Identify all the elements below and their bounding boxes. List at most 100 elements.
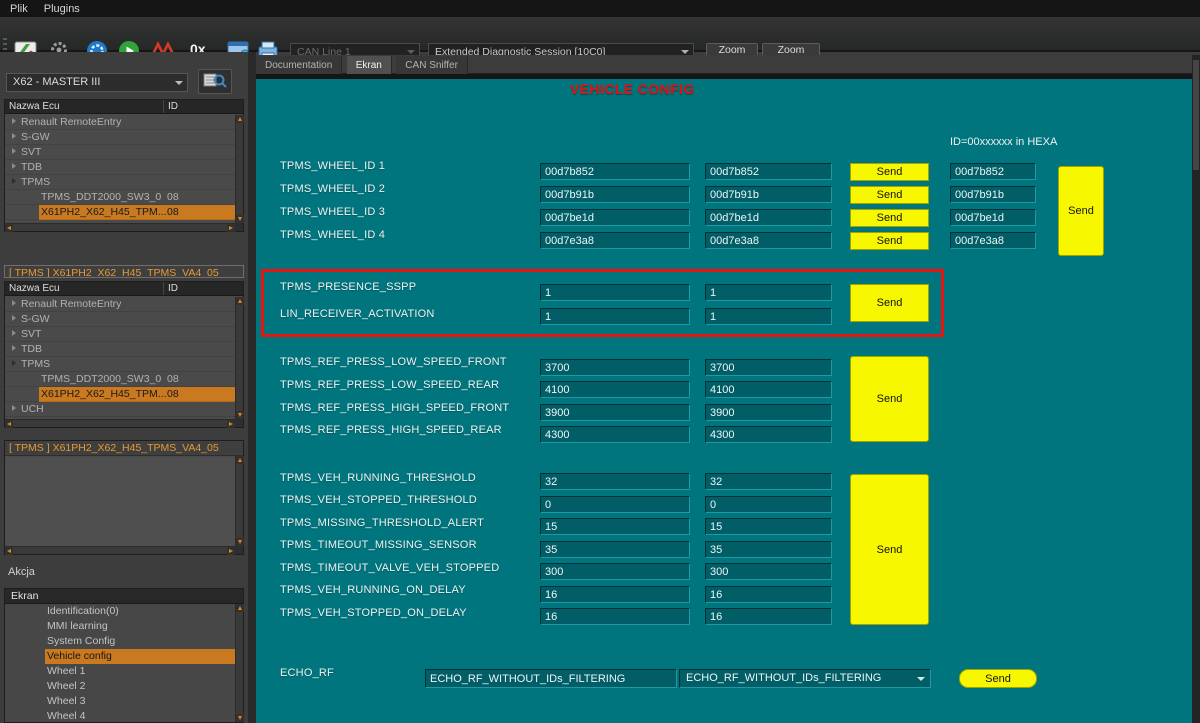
tree-item-renault-remoteentry[interactable]: Renault RemoteEntry bbox=[5, 297, 235, 312]
scroll-right-icon[interactable] bbox=[227, 547, 235, 555]
missing-threshold-alert-current[interactable] bbox=[705, 518, 832, 535]
scrollbar-thumb[interactable] bbox=[1193, 60, 1199, 170]
tree-item-sgw[interactable]: S-GW bbox=[5, 312, 235, 327]
ekran-item-mmi-learning[interactable]: MMI learning bbox=[5, 619, 235, 634]
wheel-id-3-input[interactable] bbox=[540, 209, 690, 226]
wheel-id-1-current[interactable] bbox=[705, 163, 832, 180]
ref-press-high-rear-current[interactable] bbox=[705, 426, 832, 443]
ekran-item-vehicle-config-selected[interactable]: Vehicle config bbox=[5, 649, 235, 664]
tree-item-tpms-ddt2000[interactable]: TPMS_DDT2000_SW3_0 08 bbox=[5, 190, 235, 205]
sidebar-splitter[interactable] bbox=[248, 52, 256, 723]
timeout-valve-veh-stopped-current[interactable] bbox=[705, 563, 832, 580]
send-echo-rf-button[interactable]: Send bbox=[959, 669, 1037, 688]
tree-item-tpms[interactable]: TPMS bbox=[5, 175, 235, 190]
ekran-item-wheel-1[interactable]: Wheel 1 bbox=[5, 664, 235, 679]
send-presence-button[interactable]: Send bbox=[850, 284, 929, 322]
ekran-item-wheel-3[interactable]: Wheel 3 bbox=[5, 694, 235, 709]
ekran-item-system-config[interactable]: System Config bbox=[5, 634, 235, 649]
veh-stopped-threshold-input[interactable] bbox=[540, 496, 690, 513]
send-ref-press-button[interactable]: Send bbox=[850, 356, 929, 442]
tree-item-tdb[interactable]: TDB bbox=[5, 342, 235, 357]
tree-item-x61ph2-selected[interactable]: X61PH2_X62_H45_TPM... 08 bbox=[5, 387, 235, 402]
timeout-missing-sensor-current[interactable] bbox=[705, 541, 832, 558]
panel-vertical-scrollbar[interactable] bbox=[235, 456, 244, 546]
send-wheel-2-button[interactable]: Send bbox=[850, 186, 929, 204]
panel-horizontal-scrollbar[interactable] bbox=[5, 546, 235, 555]
send-thresholds-button[interactable]: Send bbox=[850, 474, 929, 625]
echo-rf-select[interactable]: ECHO_RF_WITHOUT_IDs_FILTERING bbox=[679, 669, 931, 688]
menu-plik[interactable]: Plik bbox=[10, 3, 28, 15]
tree-item-sgw[interactable]: S-GW bbox=[5, 130, 235, 145]
wheel-id-4-current[interactable] bbox=[705, 232, 832, 249]
scroll-up-icon[interactable] bbox=[236, 297, 244, 305]
echo-rf-input[interactable] bbox=[425, 669, 677, 688]
ref-press-low-rear-current[interactable] bbox=[705, 381, 832, 398]
wheel-id-4-hexa[interactable] bbox=[950, 232, 1036, 249]
wheel-id-1-hexa[interactable] bbox=[950, 163, 1036, 180]
scroll-down-icon[interactable] bbox=[236, 411, 244, 419]
tab-ekran[interactable]: Ekran bbox=[346, 56, 392, 75]
scroll-up-icon[interactable] bbox=[236, 604, 244, 612]
wheel-id-3-current[interactable] bbox=[705, 209, 832, 226]
wheel-id-2-current[interactable] bbox=[705, 186, 832, 203]
scroll-down-icon[interactable] bbox=[236, 215, 244, 223]
ekran-item-wheel-2[interactable]: Wheel 2 bbox=[5, 679, 235, 694]
send-wheel-1-button[interactable]: Send bbox=[850, 163, 929, 181]
timeout-missing-sensor-input[interactable] bbox=[540, 541, 690, 558]
ekran-item-identification[interactable]: Identification(0) bbox=[5, 604, 235, 619]
presence-sspp-current[interactable] bbox=[705, 284, 832, 301]
lin-receiver-activation-input[interactable] bbox=[540, 308, 690, 325]
scroll-up-icon[interactable] bbox=[236, 115, 244, 123]
presence-sspp-input[interactable] bbox=[540, 284, 690, 301]
ref-press-low-rear-input[interactable] bbox=[540, 381, 690, 398]
tab-documentation[interactable]: Documentation bbox=[256, 56, 343, 75]
panel-horizontal-scrollbar[interactable] bbox=[5, 223, 235, 232]
ref-press-low-front-current[interactable] bbox=[705, 359, 832, 376]
ref-press-high-rear-input[interactable] bbox=[540, 426, 690, 443]
send-wheel-4-button[interactable]: Send bbox=[850, 232, 929, 250]
veh-running-on-delay-input[interactable] bbox=[540, 586, 690, 603]
wheel-id-2-hexa[interactable] bbox=[950, 186, 1036, 203]
send-wheel-3-button[interactable]: Send bbox=[850, 209, 929, 227]
scroll-left-icon[interactable] bbox=[5, 224, 13, 232]
ref-press-low-front-input[interactable] bbox=[540, 359, 690, 376]
timeout-valve-veh-stopped-input[interactable] bbox=[540, 563, 690, 580]
scroll-up-icon[interactable] bbox=[236, 456, 244, 464]
tree-item-uch[interactable]: UCH bbox=[5, 402, 235, 417]
panel-horizontal-scrollbar[interactable] bbox=[5, 419, 235, 428]
wheel-id-2-input[interactable] bbox=[540, 186, 690, 203]
ekran-item-wheel-4[interactable]: Wheel 4 bbox=[5, 709, 235, 722]
panel-vertical-scrollbar[interactable] bbox=[235, 297, 244, 419]
tree-item-tdb[interactable]: TDB bbox=[5, 160, 235, 175]
scroll-down-icon[interactable] bbox=[236, 714, 244, 722]
tree-item-tpms-ddt2000[interactable]: TPMS_DDT2000_SW3_0 08 bbox=[5, 372, 235, 387]
tree-item-x61ph2-selected[interactable]: X61PH2_X62_H45_TPM... 08 bbox=[5, 205, 235, 220]
wheel-id-3-hexa[interactable] bbox=[950, 209, 1036, 226]
veh-running-threshold-current[interactable] bbox=[705, 473, 832, 490]
wheel-id-1-input[interactable] bbox=[540, 163, 690, 180]
main-scrollbar[interactable] bbox=[1192, 55, 1200, 723]
wheel-id-4-input[interactable] bbox=[540, 232, 690, 249]
tree-item-svt[interactable]: SVT bbox=[5, 145, 235, 160]
tree-item-svt[interactable]: SVT bbox=[5, 327, 235, 342]
lin-receiver-activation-current[interactable] bbox=[705, 308, 832, 325]
veh-stopped-on-delay-input[interactable] bbox=[540, 608, 690, 625]
veh-running-threshold-input[interactable] bbox=[540, 473, 690, 490]
ref-press-high-front-current[interactable] bbox=[705, 404, 832, 421]
veh-stopped-threshold-current[interactable] bbox=[705, 496, 832, 513]
panel-vertical-scrollbar[interactable] bbox=[235, 115, 244, 223]
ecu-model-select[interactable]: X62 - MASTER III bbox=[6, 73, 188, 92]
missing-threshold-alert-input[interactable] bbox=[540, 518, 690, 535]
veh-stopped-on-delay-current[interactable] bbox=[705, 608, 832, 625]
tree-item-renault-remoteentry[interactable]: Renault RemoteEntry bbox=[5, 115, 235, 130]
scroll-down-icon[interactable] bbox=[236, 538, 244, 546]
tree-item-tpms[interactable]: TPMS bbox=[5, 357, 235, 372]
ref-press-high-front-input[interactable] bbox=[540, 404, 690, 421]
scroll-right-icon[interactable] bbox=[227, 224, 235, 232]
veh-running-on-delay-current[interactable] bbox=[705, 586, 832, 603]
menu-plugins[interactable]: Plugins bbox=[44, 3, 80, 15]
scroll-left-icon[interactable] bbox=[5, 420, 13, 428]
send-all-wheel-ids-button[interactable]: Send bbox=[1058, 166, 1104, 256]
panel-vertical-scrollbar[interactable] bbox=[235, 604, 244, 722]
scroll-left-icon[interactable] bbox=[5, 547, 13, 555]
